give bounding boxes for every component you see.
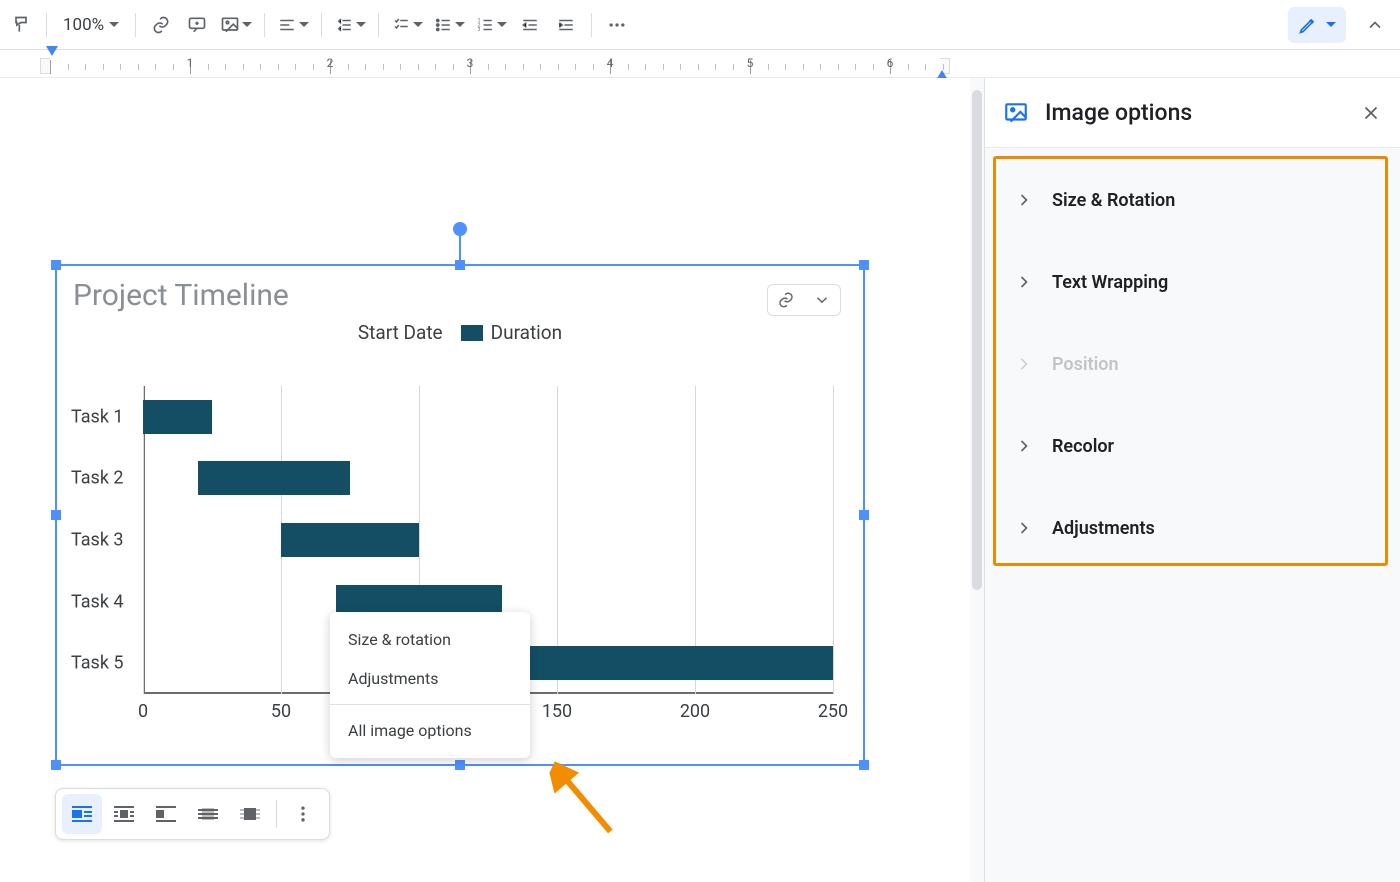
dropdown-caret-icon bbox=[109, 22, 119, 27]
chart-legend: Start Date Duration bbox=[67, 321, 853, 344]
panel-section-adjustments[interactable]: Adjustments bbox=[996, 487, 1385, 569]
x-tick-label: 200 bbox=[680, 701, 710, 722]
panel-section-label: Text Wrapping bbox=[1052, 272, 1168, 293]
x-tick-label: 0 bbox=[138, 701, 148, 722]
svg-text:3: 3 bbox=[478, 27, 481, 33]
panel-section-position: Position bbox=[996, 323, 1385, 405]
y-tick-label: Task 1 bbox=[71, 406, 124, 427]
resize-handle-tr[interactable] bbox=[859, 260, 869, 270]
rotation-handle[interactable] bbox=[453, 222, 467, 236]
align-dropdown[interactable] bbox=[273, 8, 313, 42]
wrap-break-button[interactable] bbox=[146, 794, 186, 834]
left-indent-marker[interactable] bbox=[46, 46, 58, 56]
zoom-dropdown[interactable]: 100% bbox=[55, 8, 127, 42]
numbered-list-dropdown[interactable]: 123 bbox=[471, 8, 511, 42]
image-wrap-toolbar bbox=[55, 788, 330, 840]
resize-handle-mr[interactable] bbox=[859, 510, 869, 520]
legend-swatch-duration bbox=[461, 325, 483, 341]
ctx-size-rotation[interactable]: Size & rotation bbox=[330, 620, 530, 659]
y-tick-label: Task 3 bbox=[71, 530, 124, 551]
resize-handle-tm[interactable] bbox=[455, 260, 465, 270]
y-tick-label: Task 2 bbox=[71, 468, 124, 489]
highlighted-sections: Size & Rotation Text Wrapping Position Reco… bbox=[993, 156, 1388, 566]
add-comment-button[interactable] bbox=[180, 8, 214, 42]
dropdown-caret-icon bbox=[1326, 22, 1336, 27]
dropdown-caret-icon bbox=[455, 22, 465, 27]
dropdown-caret-icon bbox=[497, 22, 507, 27]
chevron-right-icon bbox=[1014, 354, 1034, 374]
dropdown-caret-icon bbox=[299, 22, 309, 27]
checklist-dropdown[interactable] bbox=[387, 8, 427, 42]
bulleted-list-dropdown[interactable] bbox=[429, 8, 469, 42]
legend-duration: Duration bbox=[491, 321, 563, 344]
wrap-inline-button[interactable] bbox=[62, 794, 102, 834]
panel-section-size-rotation[interactable]: Size & Rotation bbox=[996, 159, 1385, 241]
chevron-right-icon bbox=[1014, 436, 1034, 456]
scrollbar-thumb[interactable] bbox=[972, 90, 982, 590]
image-icon bbox=[1003, 100, 1029, 126]
vertical-scrollbar[interactable] bbox=[970, 78, 984, 882]
chevron-right-icon bbox=[1014, 190, 1034, 210]
resize-handle-br[interactable] bbox=[859, 760, 869, 770]
resize-handle-bm[interactable] bbox=[455, 760, 465, 770]
annotation-arrow bbox=[534, 761, 637, 844]
horizontal-ruler[interactable]: 123456 bbox=[0, 50, 1400, 78]
x-tick-label: 250 bbox=[818, 701, 848, 722]
rotation-handle-stem bbox=[459, 232, 461, 260]
panel-section-recolor[interactable]: Recolor bbox=[996, 405, 1385, 487]
increase-indent-button[interactable] bbox=[549, 8, 583, 42]
dropdown-caret-icon bbox=[413, 22, 423, 27]
gantt-bar bbox=[143, 400, 212, 434]
x-tick-label: 150 bbox=[542, 701, 572, 722]
decrease-indent-button[interactable] bbox=[513, 8, 547, 42]
gantt-bar bbox=[281, 523, 419, 557]
insert-link-button[interactable] bbox=[144, 8, 178, 42]
panel-section-label: Size & Rotation bbox=[1052, 190, 1175, 211]
wrap-behind-button[interactable] bbox=[188, 794, 228, 834]
wrap-more-button[interactable] bbox=[283, 794, 323, 834]
image-options-panel: Image options Size & Rotation Text Wrappi… bbox=[984, 78, 1400, 882]
paint-format-button[interactable] bbox=[4, 8, 38, 42]
pencil-icon bbox=[1298, 15, 1318, 35]
ctx-all-image-options[interactable]: All image options bbox=[330, 711, 530, 750]
dropdown-caret-icon bbox=[242, 22, 252, 27]
legend-start-date: Start Date bbox=[358, 321, 443, 344]
editing-mode-dropdown[interactable] bbox=[1288, 7, 1346, 43]
side-panel-title: Image options bbox=[1045, 99, 1344, 126]
chevron-right-icon bbox=[1014, 518, 1034, 538]
x-tick-label: 50 bbox=[271, 701, 291, 722]
resize-handle-tl[interactable] bbox=[51, 260, 61, 270]
linked-chart-link-button[interactable] bbox=[768, 285, 804, 315]
panel-section-label: Adjustments bbox=[1052, 518, 1155, 539]
ctx-divider bbox=[330, 704, 530, 705]
zoom-value: 100% bbox=[63, 15, 104, 35]
line-spacing-dropdown[interactable] bbox=[330, 8, 370, 42]
panel-section-label: Position bbox=[1052, 354, 1119, 375]
dropdown-caret-icon bbox=[356, 22, 366, 27]
resize-handle-ml[interactable] bbox=[51, 510, 61, 520]
insert-image-dropdown[interactable] bbox=[216, 8, 256, 42]
linked-chart-toolbar bbox=[767, 284, 841, 316]
wrap-wraptext-button[interactable] bbox=[104, 794, 144, 834]
gantt-bar bbox=[198, 461, 350, 495]
wrap-front-button[interactable] bbox=[230, 794, 270, 834]
ctx-adjustments[interactable]: Adjustments bbox=[330, 659, 530, 698]
resize-handle-bl[interactable] bbox=[51, 760, 61, 770]
panel-section-label: Recolor bbox=[1052, 436, 1114, 457]
linked-chart-menu-button[interactable] bbox=[804, 285, 840, 315]
more-tools-button[interactable] bbox=[600, 8, 634, 42]
y-tick-label: Task 5 bbox=[71, 653, 124, 674]
chevron-right-icon bbox=[1014, 272, 1034, 292]
chart-title: Project Timeline bbox=[73, 278, 853, 313]
image-context-menu: Size & rotation Adjustments All image op… bbox=[330, 612, 530, 758]
collapse-toolbar-button[interactable] bbox=[1358, 8, 1392, 42]
close-panel-button[interactable] bbox=[1360, 102, 1382, 124]
y-tick-label: Task 4 bbox=[71, 591, 124, 612]
document-canvas[interactable]: Project Timeline Start Date Duration bbox=[0, 78, 970, 882]
panel-section-text-wrapping[interactable]: Text Wrapping bbox=[996, 241, 1385, 323]
main-toolbar: 100% 123 bbox=[0, 0, 1400, 50]
